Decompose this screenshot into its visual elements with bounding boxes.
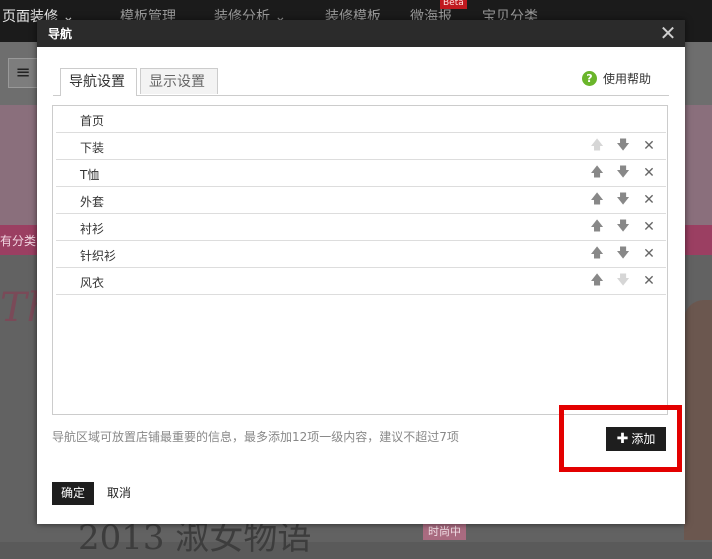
navigation-dialog: 导航 ✕ 导航设置 显示设置 ? 使用帮助 首页 下装 🡅 🡇 ✕ T恤 🡅 🡇… xyxy=(37,20,685,524)
nav-row: 风衣 🡅 🡇 ✕ xyxy=(56,268,666,295)
nav-row-label: T恤 xyxy=(80,168,100,182)
category-bar-label: 有分类 xyxy=(0,234,37,248)
nav-row: 外套 🡅 🡇 ✕ xyxy=(56,187,666,214)
arrow-down-icon[interactable]: 🡇 xyxy=(615,165,631,181)
nav-row-label: 外套 xyxy=(80,195,105,209)
fashion-tag: 时尚中 xyxy=(423,522,466,540)
baidu-watermark: Bai 经验 xyxy=(548,476,648,504)
dialog-tabs: 导航设置 显示设置 xyxy=(53,68,669,96)
nav-row: 针织衫 🡅 🡇 ✕ xyxy=(56,241,666,268)
nav-row-label: 首页 xyxy=(80,114,105,128)
nav-row: T恤 🡅 🡇 ✕ xyxy=(56,160,666,187)
nav-row: 衬衫 🡅 🡇 ✕ xyxy=(56,214,666,241)
delete-icon[interactable]: ✕ xyxy=(641,165,657,181)
hamburger-icon[interactable]: ≡ xyxy=(8,58,38,88)
arrow-up-icon[interactable]: 🡅 xyxy=(589,192,605,208)
tab-display-settings[interactable]: 显示设置 xyxy=(140,68,218,94)
nav-row-label: 衬衫 xyxy=(80,222,105,236)
delete-icon[interactable]: ✕ xyxy=(641,219,657,235)
nav-row: 下装 🡅 🡇 ✕ xyxy=(56,133,666,160)
arrow-down-icon[interactable]: 🡇 xyxy=(615,138,631,154)
arrow-up-icon[interactable]: 🡅 xyxy=(589,219,605,235)
arrow-up-icon[interactable]: 🡅 xyxy=(589,246,605,262)
add-button[interactable]: ✚ 添加 xyxy=(606,427,666,451)
baidu-watermark-url: jingyan.baidu.com xyxy=(550,502,643,513)
confirm-button[interactable]: 确定 xyxy=(52,482,94,505)
arrow-up-icon[interactable]: 🡅 xyxy=(589,273,605,289)
question-icon: ? xyxy=(581,71,597,86)
arrow-down-icon[interactable]: 🡇 xyxy=(615,219,631,235)
nav-tip-text: 导航区域可放置店铺最重要的信息，最多添加12项一级内容，建议不超过7项 xyxy=(52,430,459,444)
nav-row-label: 风衣 xyxy=(80,276,105,290)
nav-item-list: 首页 下装 🡅 🡇 ✕ T恤 🡅 🡇 ✕ 外套 🡅 🡇 ✕ 衬衫 🡅 🡇 ✕ 针… xyxy=(52,105,668,415)
delete-icon[interactable]: ✕ xyxy=(641,192,657,208)
close-icon[interactable]: ✕ xyxy=(657,22,679,44)
banner-model-image xyxy=(684,300,712,540)
nav-row: 首页 xyxy=(56,106,666,133)
nav-row-label: 下装 xyxy=(80,141,105,155)
delete-icon[interactable]: ✕ xyxy=(641,138,657,154)
arrow-down-icon[interactable]: 🡇 xyxy=(615,246,631,262)
arrow-up-icon[interactable]: 🡅 xyxy=(589,165,605,181)
arrow-down-icon: 🡇 xyxy=(616,273,630,288)
nav-row-label: 针织衫 xyxy=(80,249,117,263)
arrow-up-icon: 🡅 xyxy=(590,138,604,153)
delete-icon[interactable]: ✕ xyxy=(641,273,657,289)
arrow-down-icon[interactable]: 🡇 xyxy=(615,192,631,208)
help-label: 使用帮助 xyxy=(602,72,651,86)
help-link[interactable]: ? 使用帮助 xyxy=(581,70,651,87)
add-button-label: 添加 xyxy=(631,432,656,446)
dialog-header: 导航 ✕ xyxy=(37,20,685,47)
plus-icon: ✚ xyxy=(616,431,629,447)
dialog-title: 导航 xyxy=(48,27,73,41)
beta-badge: Beta xyxy=(440,0,467,9)
cancel-button[interactable]: 取消 xyxy=(107,482,131,505)
tab-nav-settings[interactable]: 导航设置 xyxy=(60,68,137,96)
delete-icon[interactable]: ✕ xyxy=(641,246,657,262)
